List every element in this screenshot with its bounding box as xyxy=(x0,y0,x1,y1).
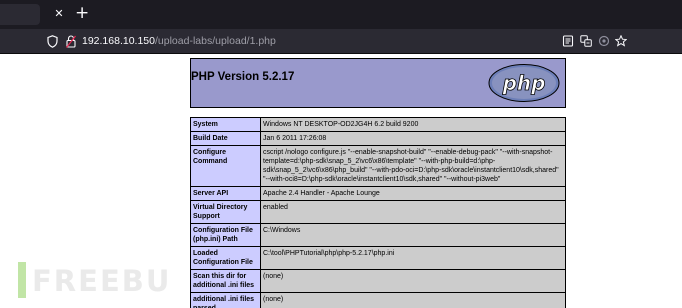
page-content: PHP Version 5.2.17 php System Windows NT … xyxy=(0,55,682,308)
table-row: Loaded Configuration File C:\tool\PHPTuto… xyxy=(190,246,566,270)
table-row: Build Date Jan 6 2011 17:26:08 xyxy=(190,131,566,146)
config-key: Loaded Configuration File xyxy=(190,246,261,270)
address-bar-url[interactable]: 192.168.10.150/upload-labs/upload/1.php xyxy=(82,35,276,48)
phpinfo-header: PHP Version 5.2.17 php xyxy=(190,58,566,108)
config-value: Apache 2.4 Handler - Apache Lounge xyxy=(260,186,566,201)
tab-strip: ✕ + xyxy=(0,0,682,29)
table-row: Configuration File (php.ini) Path C:\Wind… xyxy=(190,223,566,247)
table-row: Virtual Directory Support enabled xyxy=(190,200,566,224)
config-value: (none) xyxy=(260,292,566,308)
watermark-bar xyxy=(18,262,26,298)
table-row: Server API Apache 2.4 Handler - Apache Lo… xyxy=(190,186,566,201)
config-value: cscript /nologo configure.js "--enable-s… xyxy=(260,145,566,187)
config-value: (none) xyxy=(260,269,566,293)
shield-icon[interactable] xyxy=(47,35,58,48)
config-key: Server API xyxy=(190,186,261,201)
table-row: System Windows NT DESKTOP-OD2JG4H 6.2 bui… xyxy=(190,117,566,132)
table-row: Configure Command cscript /nologo configu… xyxy=(190,145,566,187)
table-row: Scan this dir for additional .ini files(… xyxy=(190,269,566,293)
php-logo: php xyxy=(488,64,560,102)
config-key: Build Date xyxy=(190,131,261,146)
php-logo-text: php xyxy=(502,71,546,95)
close-tab-icon[interactable]: ✕ xyxy=(52,7,66,21)
php-version-title: PHP Version 5.2.17 xyxy=(191,71,295,83)
config-value: Jan 6 2011 17:26:08 xyxy=(260,131,566,146)
table-row: additional .ini files parsed(none) xyxy=(190,292,566,308)
config-key: Virtual Directory Support xyxy=(190,200,261,224)
url-path: /upload-labs/upload/1.php xyxy=(155,35,276,47)
config-key: Scan this dir for additional .ini files xyxy=(190,269,261,293)
new-tab-button[interactable]: + xyxy=(75,5,89,22)
config-key: System xyxy=(190,117,261,132)
config-key: Configure Command xyxy=(190,145,261,187)
navigation-bar: 192.168.10.150/upload-labs/upload/1.php xyxy=(0,29,682,54)
url-host: 192.168.10.150 xyxy=(82,35,155,47)
config-value: C:\Windows xyxy=(260,223,566,247)
translate-icon[interactable] xyxy=(580,35,592,47)
config-value: Windows NT DESKTOP-OD2JG4H 6.2 build 920… xyxy=(260,117,566,132)
watermark-text: FREEBU xyxy=(32,264,172,298)
config-value: C:\tool\PHPTutorial\php\php-5.2.17\php.i… xyxy=(260,246,566,270)
phpinfo-table: System Windows NT DESKTOP-OD2JG4H 6.2 bui… xyxy=(190,117,566,308)
extensions-icon[interactable] xyxy=(598,35,610,47)
insecure-lock-icon[interactable] xyxy=(66,35,76,48)
config-key: additional .ini files parsed xyxy=(190,292,261,308)
active-tab[interactable] xyxy=(0,4,40,25)
reader-view-icon[interactable] xyxy=(562,35,574,47)
config-key: Configuration File (php.ini) Path xyxy=(190,223,261,247)
bookmark-star-icon[interactable] xyxy=(615,35,627,47)
config-value: enabled xyxy=(260,200,566,224)
